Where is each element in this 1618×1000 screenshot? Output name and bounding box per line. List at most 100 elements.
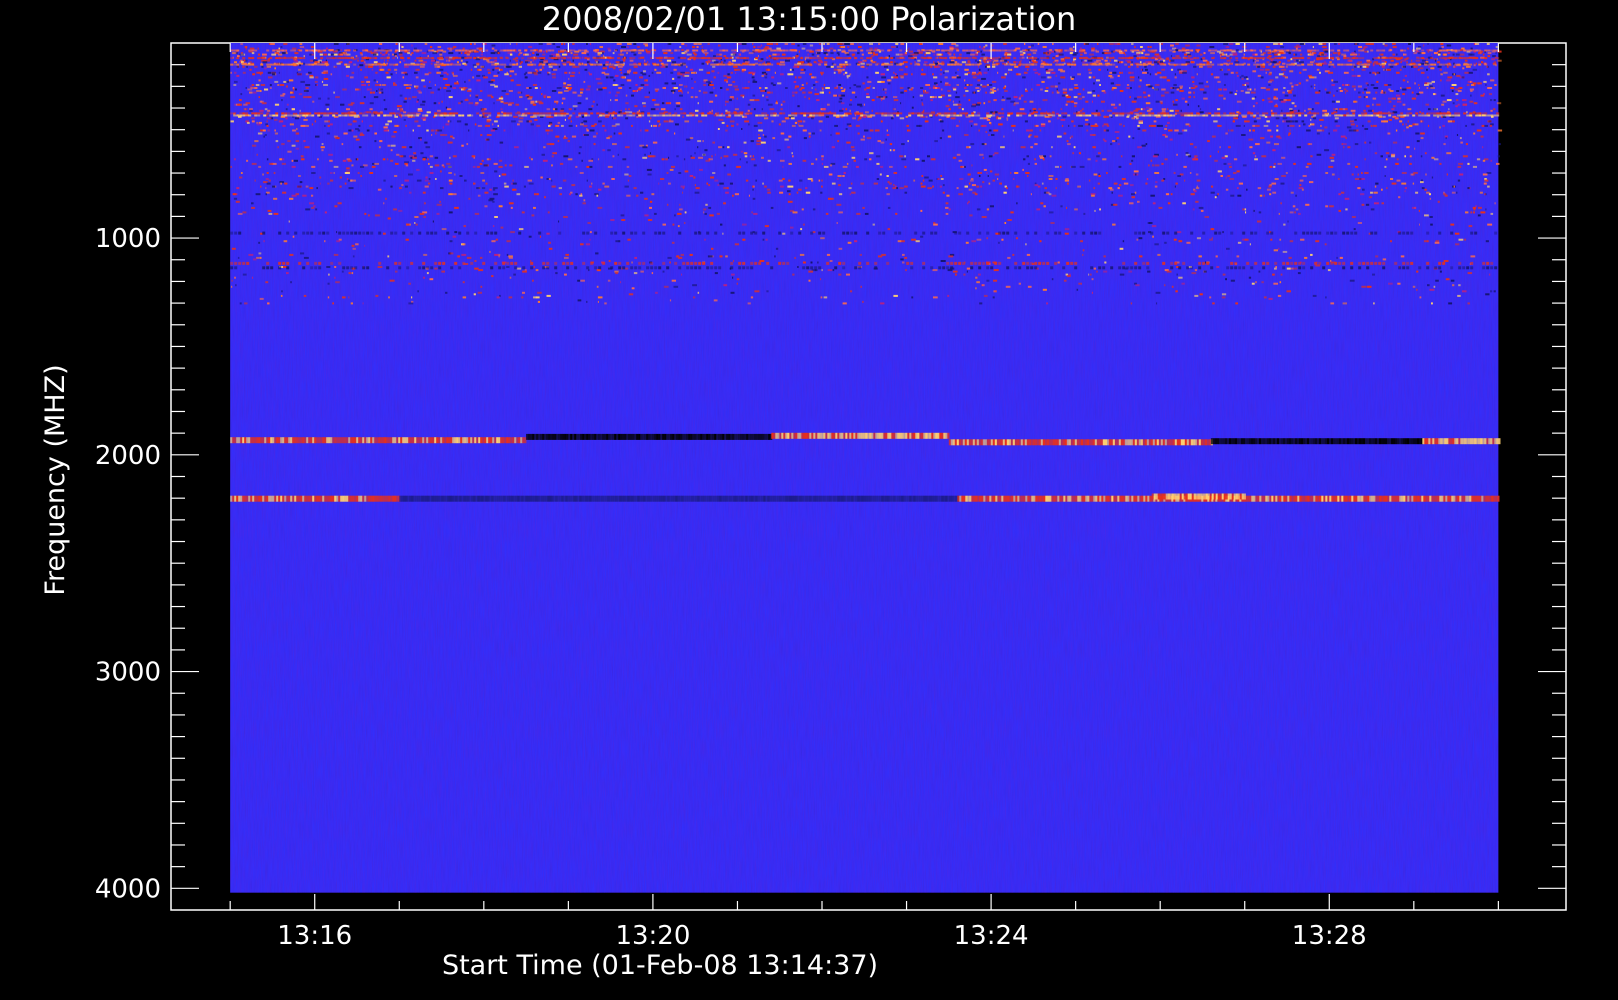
noise-pixel bbox=[685, 85, 688, 88]
noise-pixel bbox=[1055, 178, 1058, 180]
noise-pixel bbox=[864, 129, 869, 132]
noise-pixel bbox=[752, 155, 754, 158]
noise-pixel bbox=[650, 108, 656, 111]
noise-pixel bbox=[461, 52, 463, 55]
noise-pixel bbox=[1175, 99, 1178, 102]
noise-pixel bbox=[1063, 132, 1067, 135]
noise-pixel bbox=[262, 61, 268, 64]
noise-pixel bbox=[466, 143, 469, 146]
noise-pixel bbox=[418, 91, 422, 94]
noise-pixel bbox=[620, 71, 623, 74]
noise-pixel bbox=[1447, 44, 1452, 47]
noise-pixel bbox=[464, 99, 469, 102]
noise-pixel bbox=[827, 43, 830, 45]
noise-pixel bbox=[555, 124, 560, 127]
noise-pixel bbox=[387, 158, 389, 161]
noise-pixel bbox=[909, 129, 911, 132]
noise-pixel bbox=[865, 67, 868, 70]
noise-pixel bbox=[1004, 222, 1007, 224]
noise-pixel bbox=[668, 120, 674, 123]
noise-pixel bbox=[1322, 46, 1327, 48]
noise-pixel bbox=[684, 222, 686, 224]
noise-pixel bbox=[333, 65, 335, 68]
noise-pixel bbox=[420, 138, 422, 141]
noise-pixel bbox=[1190, 193, 1195, 196]
noise-pixel bbox=[303, 96, 308, 99]
noise-pixel bbox=[423, 253, 428, 256]
noise-pixel bbox=[452, 193, 457, 196]
noise-pixel bbox=[258, 252, 262, 255]
noise-pixel bbox=[621, 46, 626, 48]
noise-pixel bbox=[1082, 61, 1086, 64]
noise-pixel bbox=[694, 152, 696, 155]
noise-pixel bbox=[1358, 53, 1360, 56]
noise-pixel bbox=[339, 185, 342, 188]
noise-pixel bbox=[753, 108, 756, 111]
noise-pixel bbox=[1347, 162, 1351, 165]
noise-pixel bbox=[1456, 99, 1459, 102]
noise-pixel bbox=[1309, 76, 1314, 79]
noise-pixel bbox=[1033, 68, 1037, 71]
noise-pixel bbox=[358, 146, 362, 149]
noise-pixel bbox=[305, 87, 309, 89]
noise-pixel bbox=[1155, 181, 1158, 184]
noise-pixel bbox=[1455, 93, 1459, 96]
noise-pixel bbox=[357, 172, 360, 174]
noise-pixel bbox=[295, 147, 300, 150]
noise-pixel bbox=[620, 214, 625, 217]
noise-pixel bbox=[595, 77, 601, 80]
noise-pixel bbox=[843, 73, 845, 76]
noise-pixel bbox=[1084, 123, 1089, 126]
noise-pixel bbox=[1073, 146, 1076, 149]
noise-pixel bbox=[546, 43, 552, 45]
noise-pixel bbox=[682, 191, 684, 194]
noise-pixel bbox=[321, 80, 324, 83]
noise-pixel bbox=[273, 197, 278, 200]
noise-pixel bbox=[1110, 103, 1116, 106]
noise-pixel bbox=[557, 121, 561, 124]
noise-pixel bbox=[1082, 253, 1084, 256]
noise-pixel bbox=[942, 191, 945, 194]
noise-pixel bbox=[986, 65, 991, 68]
noise-pixel bbox=[351, 129, 354, 132]
noise-pixel bbox=[1092, 90, 1096, 92]
noise-pixel bbox=[791, 43, 795, 45]
noise-pixel bbox=[1092, 94, 1096, 97]
noise-pixel bbox=[414, 222, 416, 224]
noise-pixel bbox=[614, 74, 619, 77]
noise-pixel bbox=[1400, 68, 1402, 71]
noise-pixel bbox=[1475, 43, 1480, 45]
noise-pixel bbox=[1060, 165, 1062, 168]
noise-pixel bbox=[1039, 129, 1042, 132]
noise-pixel bbox=[253, 258, 257, 261]
noise-pixel bbox=[265, 178, 269, 180]
noise-pixel bbox=[1357, 222, 1362, 224]
noise-pixel bbox=[753, 212, 758, 215]
noise-pixel bbox=[378, 47, 381, 50]
noise-pixel bbox=[447, 141, 453, 144]
noise-pixel bbox=[1035, 124, 1039, 127]
noise-pixel bbox=[1152, 155, 1158, 158]
noise-pixel bbox=[929, 87, 931, 89]
noise-pixel bbox=[1174, 109, 1180, 112]
noise-pixel bbox=[1445, 137, 1447, 140]
noise-pixel bbox=[595, 132, 598, 135]
noise-pixel bbox=[404, 65, 409, 68]
noise-pixel bbox=[904, 165, 907, 168]
noise-pixel bbox=[497, 124, 499, 127]
noise-pixel bbox=[474, 65, 477, 68]
noise-pixel bbox=[1057, 135, 1062, 138]
noise-pixel bbox=[1311, 123, 1315, 126]
noise-pixel bbox=[415, 223, 418, 226]
noise-pixel bbox=[790, 226, 794, 229]
noise-pixel bbox=[258, 241, 261, 244]
noise-pixel bbox=[802, 129, 807, 132]
noise-pixel bbox=[963, 94, 966, 97]
noise-pixel bbox=[1396, 94, 1401, 97]
noise-pixel bbox=[1000, 59, 1005, 62]
noise-pixel bbox=[747, 109, 750, 112]
noise-pixel bbox=[988, 155, 993, 158]
noise-pixel bbox=[258, 79, 261, 82]
noise-pixel bbox=[726, 80, 728, 83]
noise-pixel bbox=[1370, 208, 1375, 211]
